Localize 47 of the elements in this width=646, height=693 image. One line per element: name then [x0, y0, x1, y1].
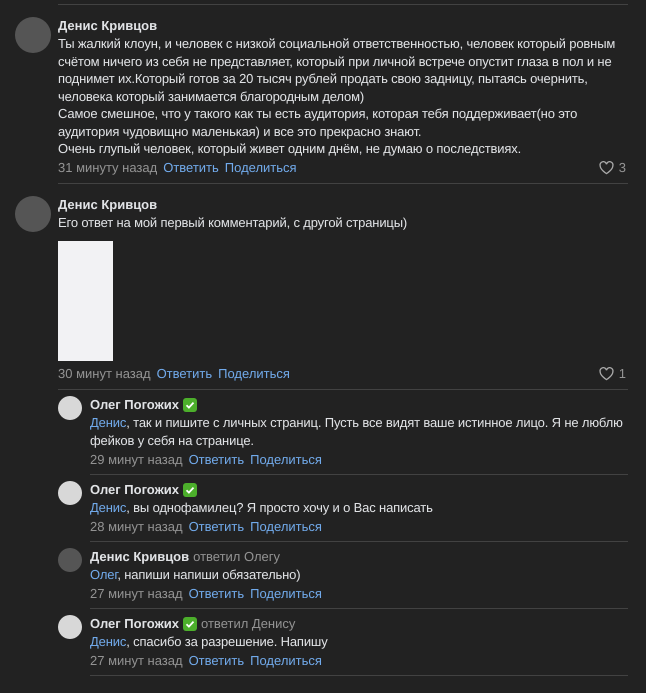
replied-to-label: ответил Денису: [201, 615, 296, 633]
author-name[interactable]: Денис Кривцов: [90, 548, 190, 566]
share-link[interactable]: Поделиться: [250, 652, 322, 670]
avatar-photo[interactable]: [58, 481, 82, 505]
author-name[interactable]: Денис Кривцов: [58, 196, 158, 214]
verified-check-icon: [183, 398, 198, 412]
comment-time: 31 минуту назад: [58, 158, 158, 176]
comment-text: Олег, напиши напиши обязательно): [90, 566, 302, 584]
verified-check-icon: [183, 617, 198, 631]
mention-link[interactable]: Денис: [90, 500, 126, 515]
comment-time: 29 минут назад: [90, 451, 183, 469]
like-button[interactable]: 1: [598, 365, 628, 383]
replied-to-label: ответил Олегу: [193, 548, 280, 566]
comment-text: Его ответ на мой первый комментарий, с другой страницы): [58, 214, 408, 231]
mention-link[interactable]: Олег: [90, 567, 118, 582]
share-link[interactable]: Поделиться: [250, 518, 322, 536]
comment-text: Денис, спасибо за разрешение. Напишу: [90, 633, 329, 651]
reply-link[interactable]: Ответить: [163, 158, 219, 176]
author-name[interactable]: Олег Погожих: [90, 481, 180, 499]
mention-link[interactable]: Денис: [90, 634, 126, 649]
mention-link[interactable]: Денис: [90, 415, 126, 430]
share-link[interactable]: Поделиться: [218, 365, 290, 383]
comment-time: 27 минут назад: [90, 652, 183, 670]
comment-text: Денис, вы однофамилец? Я просто хочу и о Вас написать: [90, 499, 434, 517]
avatar-photo[interactable]: [58, 396, 82, 420]
heart-icon: [598, 367, 614, 381]
reply-link[interactable]: Ответить: [188, 652, 244, 670]
author-name[interactable]: Олег Погожих: [90, 615, 180, 633]
author-name[interactable]: Олег Погожих: [90, 396, 180, 414]
heart-icon: [598, 160, 614, 174]
comment-time: 27 минут назад: [90, 585, 183, 603]
comment-text: Ты жалкий клоун, и человек с низкой социальной ответственностью, человек который ровным счётом ничего из себя не представляет, который при личной встрече опустит глаза в пол и не поднимет их.Который готов за 20 тысяч рублей продать свою задницу, пытаясь очернить, человека который занимается благородным делом) Самое смешное, что у такого как ты есть аудитория, которая тебя поддерживает(но это аудитория чудовищно маленькая) и все это прекрасно знают. Очень глупый человек, который живет одним днём, не думаю о последствиях.: [58, 35, 616, 158]
share-link[interactable]: Поделиться: [250, 585, 322, 603]
author-name[interactable]: Денис Кривцов: [58, 17, 158, 35]
reply-link[interactable]: Ответить: [188, 518, 244, 536]
reply-link[interactable]: Ответить: [188, 585, 244, 603]
reply-link[interactable]: Ответить: [188, 451, 244, 469]
comment-time: 28 минут назад: [90, 518, 183, 536]
like-button[interactable]: 3: [598, 158, 628, 176]
reply-link[interactable]: Ответить: [156, 365, 212, 383]
share-link[interactable]: Поделиться: [224, 158, 297, 176]
comment-text: Денис, так и пишите с личных страниц. Пусть все видят ваше истинное лицо. Я не люблю фейков у себя на странице.: [90, 414, 624, 450]
comment-time: 30 минут назад: [58, 365, 151, 383]
share-link[interactable]: Поделиться: [250, 451, 322, 469]
verified-check-icon: [183, 483, 198, 497]
avatar-photo[interactable]: [58, 615, 82, 639]
screenshot-thumbnail[interactable]: [58, 241, 113, 361]
